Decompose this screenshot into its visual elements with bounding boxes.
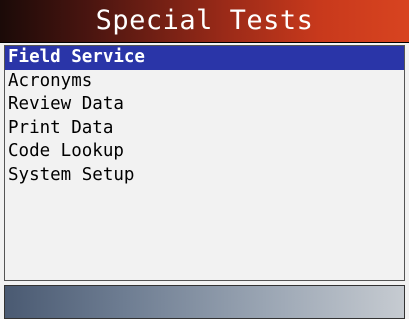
menu-item-print-data[interactable]: Print Data: [5, 117, 404, 141]
menu-panel: Field Service Acronyms Review Data Print…: [4, 45, 405, 281]
menu-item-code-lookup[interactable]: Code Lookup: [5, 140, 404, 164]
scan-tool-screen: Special Tests Field Service Acronyms Rev…: [0, 0, 409, 319]
title-bar: Special Tests: [0, 0, 409, 43]
menu-item-field-service[interactable]: Field Service: [5, 46, 404, 70]
menu-list: Field Service Acronyms Review Data Print…: [5, 46, 404, 188]
status-bar: [4, 285, 405, 319]
menu-item-review-data[interactable]: Review Data: [5, 93, 404, 117]
menu-item-system-setup[interactable]: System Setup: [5, 164, 404, 188]
menu-item-acronyms[interactable]: Acronyms: [5, 70, 404, 94]
screen-title: Special Tests: [95, 5, 314, 36]
